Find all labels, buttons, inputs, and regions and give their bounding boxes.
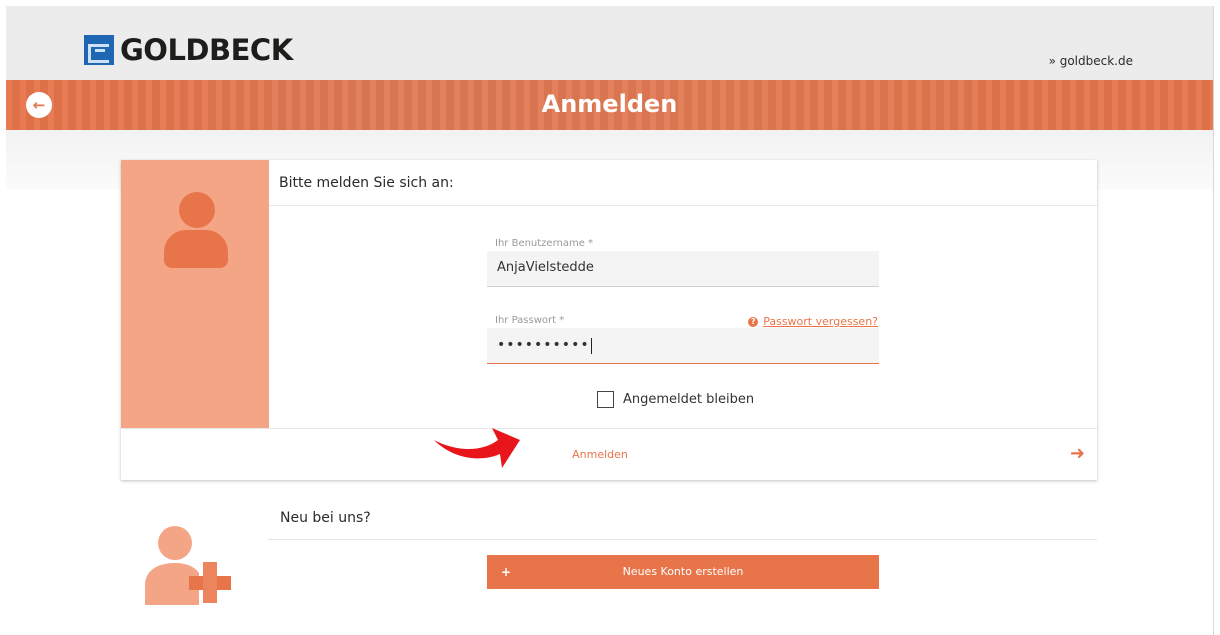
goldbeck-website-link[interactable]: » goldbeck.de — [1049, 54, 1133, 68]
brand-name: GOLDBECK — [120, 33, 293, 67]
password-value: •••••••••• — [497, 337, 590, 353]
title-bar: ← Anmelden — [6, 80, 1213, 130]
remember-me-checkbox[interactable] — [597, 391, 614, 408]
remember-me-label: Angemeldet bleiben — [623, 392, 755, 407]
username-input[interactable]: AnjaVielstedde — [487, 251, 879, 287]
create-account-label: Neues Konto erstellen — [622, 565, 744, 578]
forgot-password-label: Passwort vergessen? — [763, 315, 878, 328]
arrow-right-icon[interactable]: ➜ — [1070, 443, 1085, 464]
page-edge — [1213, 6, 1214, 635]
question-circle-icon: ? — [748, 317, 759, 327]
login-card-sidebar — [121, 160, 269, 428]
login-button[interactable]: Anmelden — [121, 448, 1079, 461]
username-label: Ihr Benutzername * — [495, 238, 594, 249]
text-caret — [590, 337, 592, 354]
site-header: GOLDBECK » goldbeck.de — [6, 6, 1213, 80]
add-user-large-icon — [145, 526, 231, 605]
password-input[interactable]: •••••••••• — [487, 328, 879, 364]
forgot-password-link[interactable]: ? Passwort vergessen? — [748, 315, 878, 328]
create-account-button[interactable]: + Neues Konto erstellen — [487, 555, 879, 589]
register-heading: Neu bei uns? — [280, 510, 371, 526]
password-label: Ihr Passwort * — [495, 315, 565, 326]
login-heading: Bitte melden Sie sich an: — [279, 175, 454, 191]
user-icon-head — [179, 192, 215, 228]
goldbeck-logo[interactable]: GOLDBECK — [84, 34, 293, 66]
login-submit-row[interactable]: Anmelden ➜ — [121, 428, 1097, 480]
red-annotation-arrow-icon — [434, 428, 520, 468]
add-user-icon: + — [501, 565, 512, 579]
page: GOLDBECK » goldbeck.de ← Anmelden Bitte … — [0, 0, 1220, 635]
login-card: Bitte melden Sie sich an: Ihr Benutzerna… — [121, 160, 1097, 480]
remember-me[interactable]: Angemeldet bleiben — [597, 391, 754, 408]
goldbeck-logo-icon — [84, 35, 114, 65]
register-divider — [268, 539, 1097, 540]
login-card-header: Bitte melden Sie sich an: — [269, 160, 1097, 206]
page-title: Anmelden — [541, 90, 678, 118]
user-icon-body — [164, 230, 228, 268]
